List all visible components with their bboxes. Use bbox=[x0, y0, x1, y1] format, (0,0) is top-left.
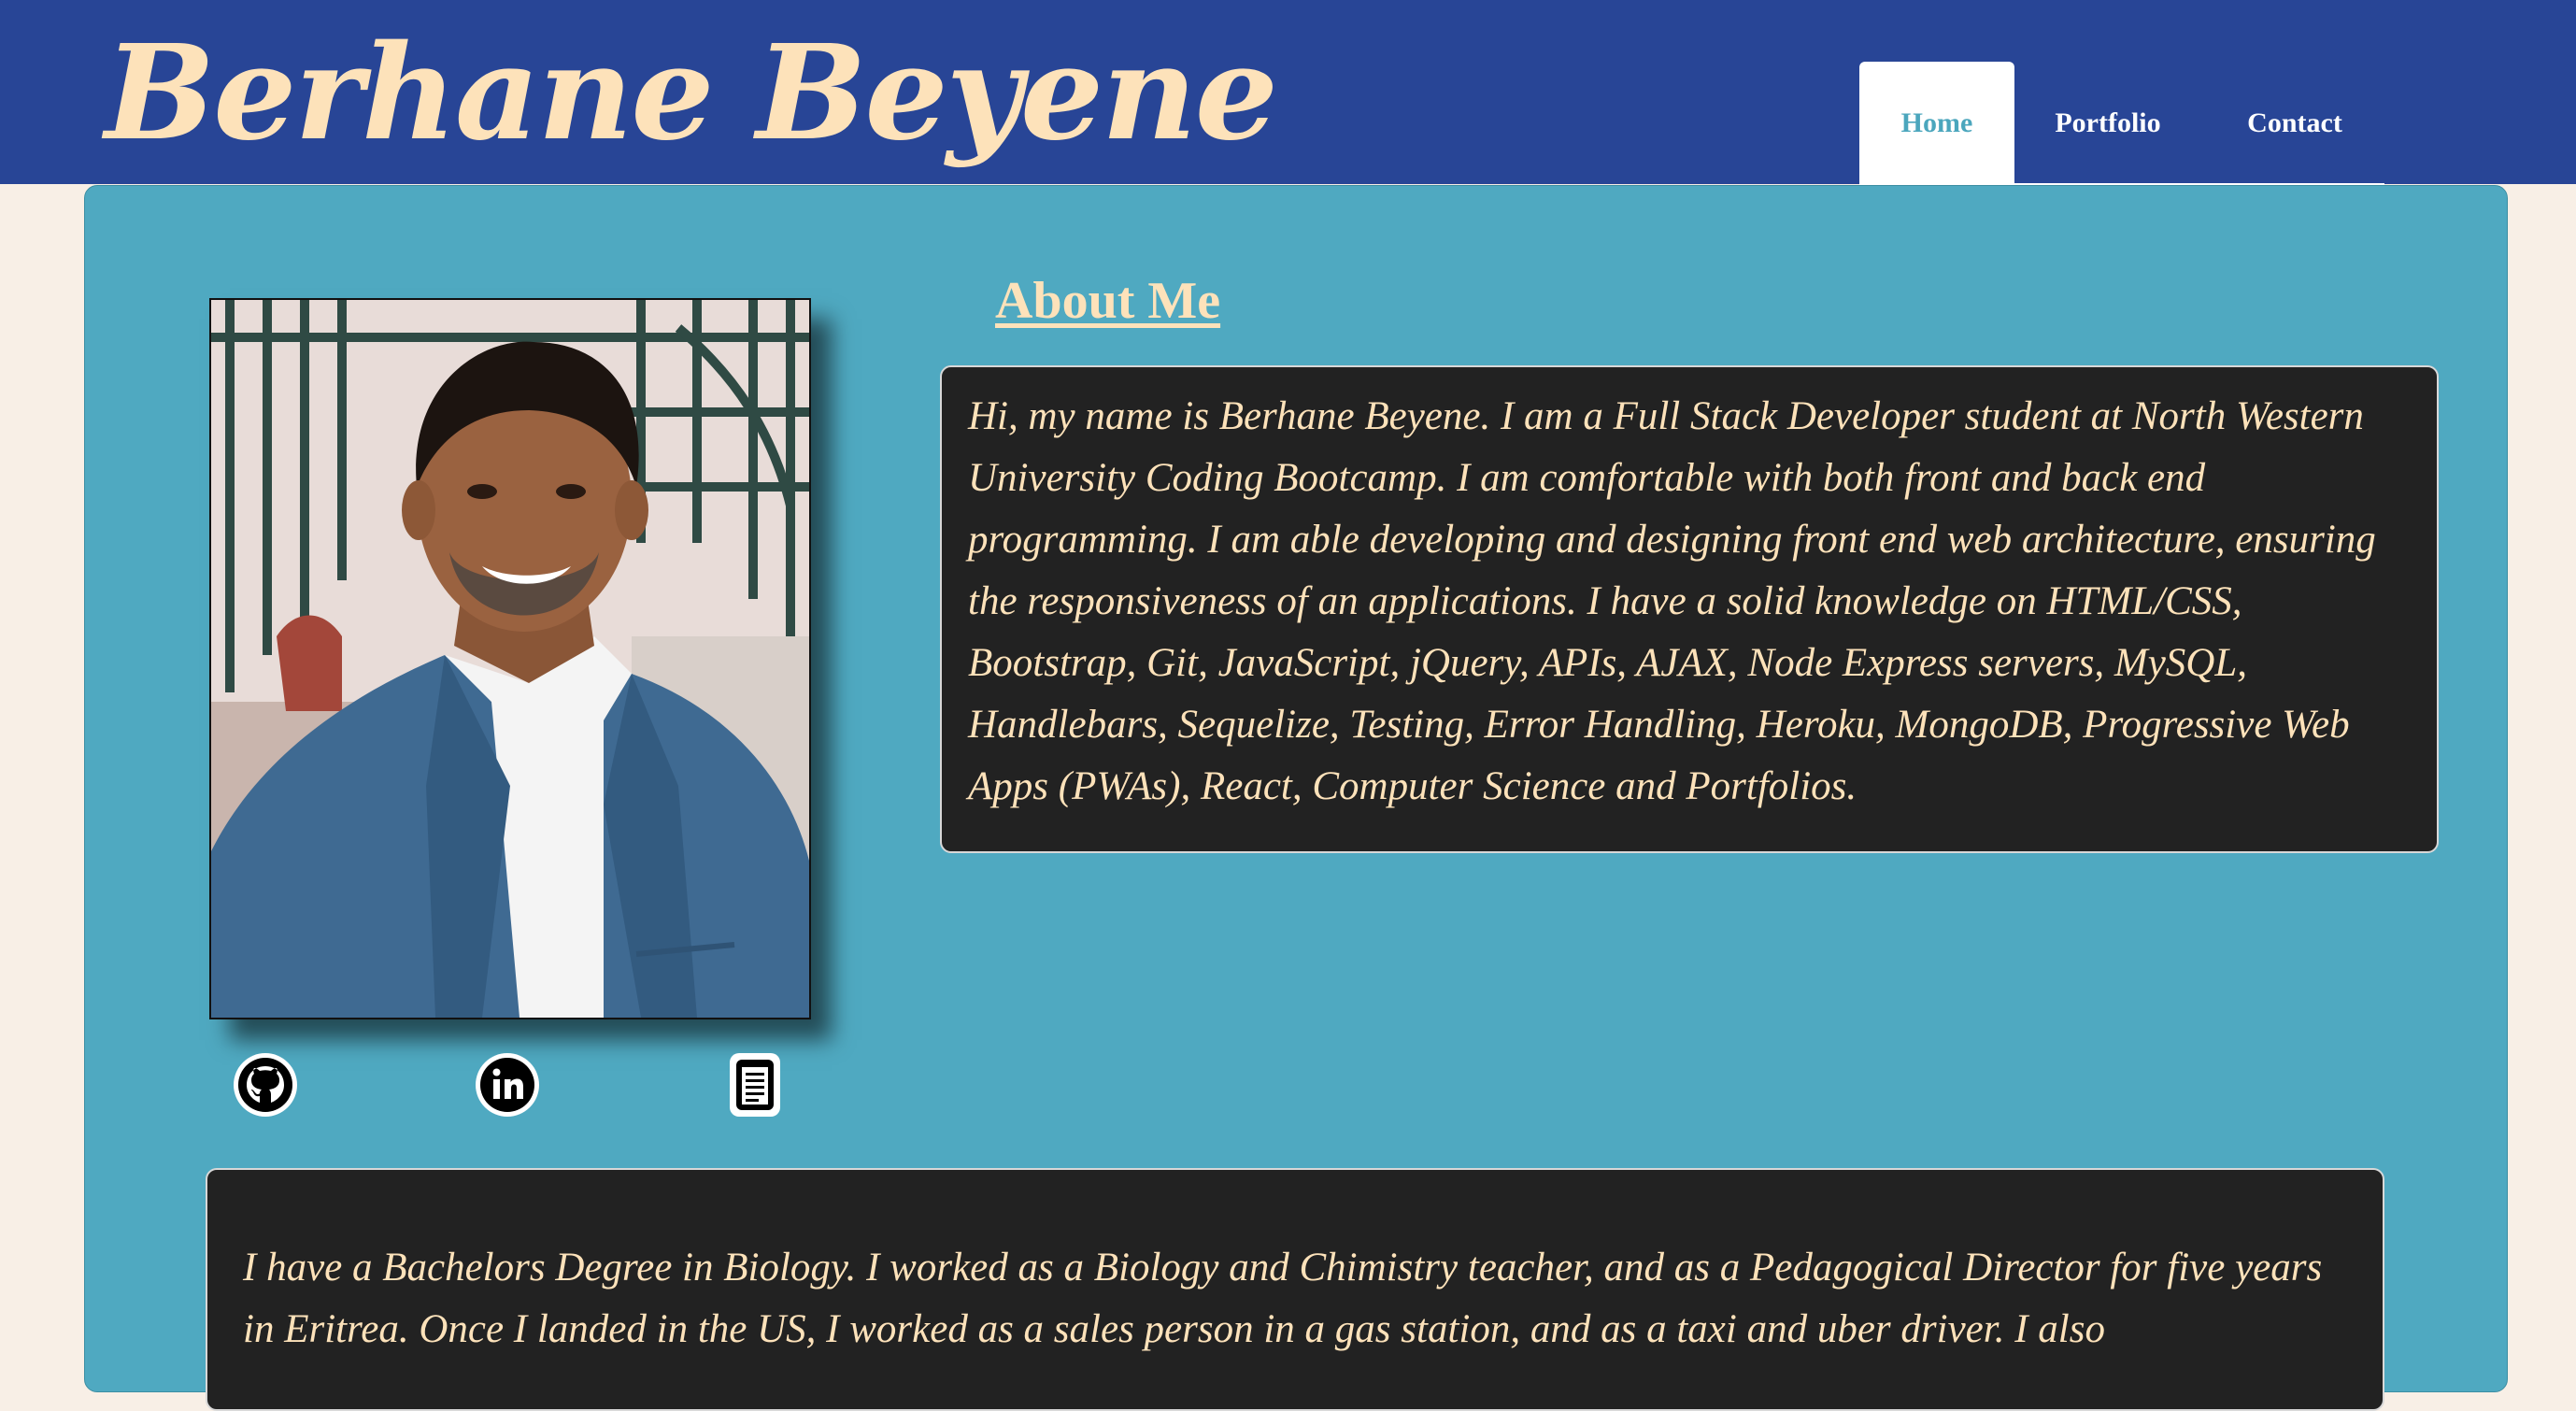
nav-portfolio[interactable]: Portfolio bbox=[2014, 62, 2201, 184]
github-icon[interactable] bbox=[233, 1052, 298, 1118]
bio-text-box: I have a Bachelors Degree in Biology. I … bbox=[206, 1168, 2384, 1411]
site-title[interactable]: Berhane Beyene bbox=[105, 0, 1278, 187]
nav-home[interactable]: Home bbox=[1859, 62, 2014, 184]
resume-document-icon[interactable] bbox=[722, 1052, 788, 1118]
nav-contact[interactable]: Contact bbox=[2201, 62, 2388, 184]
about-heading: About Me bbox=[995, 272, 1221, 330]
linkedin-icon[interactable] bbox=[475, 1052, 540, 1118]
about-text: Hi, my name is Berhane Beyene. I am a Fu… bbox=[968, 394, 2376, 808]
about-text-box: Hi, my name is Berhane Beyene. I am a Fu… bbox=[940, 365, 2439, 853]
bio-text: I have a Bachelors Degree in Biology. I … bbox=[243, 1246, 2323, 1351]
main-nav: Home Portfolio Contact bbox=[1859, 62, 2388, 184]
profile-photo bbox=[209, 298, 811, 1019]
